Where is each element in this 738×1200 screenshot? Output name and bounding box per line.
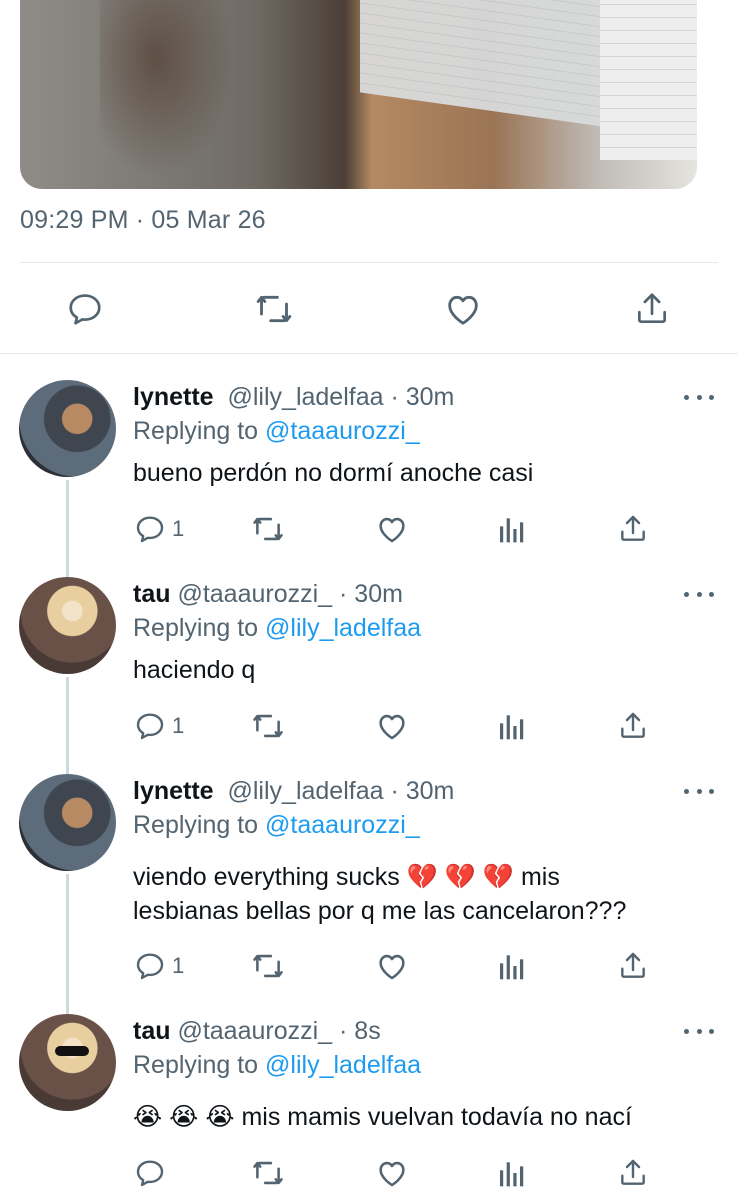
replying-prefix: Replying to bbox=[133, 614, 266, 642]
avatar-sunglasses bbox=[55, 1046, 89, 1056]
share-icon[interactable] bbox=[617, 708, 649, 744]
media-notebook-region bbox=[360, 0, 610, 128]
avatar[interactable] bbox=[19, 774, 116, 871]
reply-text: viendo everything sucks 💔 💔 💔 mis lesbia… bbox=[133, 860, 693, 928]
thread-connector bbox=[66, 874, 69, 1014]
reply-count: 1 bbox=[172, 516, 185, 541]
divider bbox=[20, 262, 718, 263]
more-icon[interactable] bbox=[684, 387, 714, 407]
share-icon[interactable] bbox=[617, 948, 649, 984]
views-icon[interactable] bbox=[498, 1155, 526, 1191]
retweet-icon[interactable] bbox=[251, 948, 285, 984]
replying-prefix: Replying to bbox=[133, 417, 266, 445]
reply-count: 1 bbox=[172, 953, 185, 978]
heart-icon[interactable] bbox=[375, 708, 409, 744]
reply-icon[interactable] bbox=[65, 289, 105, 329]
avatar[interactable] bbox=[19, 1014, 116, 1111]
reply-header: tau @taaaurozzi_ · 30m bbox=[133, 580, 403, 609]
reply-action-bar: 1 bbox=[0, 948, 738, 984]
media-hair-region bbox=[100, 0, 240, 189]
handle-time: @lily_ladelfaa · 30m bbox=[227, 777, 455, 805]
retweet-icon[interactable] bbox=[251, 511, 285, 547]
reply-action-bar: 1 bbox=[0, 511, 738, 547]
replying-to-line: Replying to @taaaurozzi_ bbox=[133, 417, 420, 446]
more-icon[interactable] bbox=[684, 781, 714, 801]
replying-to-line: Replying to @taaaurozzi_ bbox=[133, 811, 420, 840]
reply-text: haciendo q bbox=[133, 653, 693, 687]
reply-header: lynette @lily_ladelfaa · 30m bbox=[133, 383, 454, 412]
divider bbox=[0, 353, 738, 354]
reply-header: tau @taaaurozzi_ · 8s bbox=[133, 1017, 381, 1046]
avatar[interactable] bbox=[19, 380, 116, 477]
tweet-action-bar bbox=[0, 283, 738, 333]
reply-icon bbox=[136, 1160, 164, 1187]
text-line: 😭 😭 😭 mis mamis vuelvan todavía no nací bbox=[133, 1103, 632, 1131]
reply-icon bbox=[136, 516, 164, 543]
retweet-icon[interactable] bbox=[254, 289, 294, 329]
retweet-icon[interactable] bbox=[251, 1155, 285, 1191]
tweet-timestamp[interactable]: 09:29 PM · 05 Mar 26 bbox=[20, 206, 266, 235]
text-line: bueno perdón no dormí anoche casi bbox=[133, 459, 534, 487]
reply-button[interactable]: 1 bbox=[134, 708, 184, 744]
retweet-icon[interactable] bbox=[251, 708, 285, 744]
text-line: haciendo q bbox=[133, 656, 256, 684]
more-icon[interactable] bbox=[684, 584, 714, 604]
share-icon[interactable] bbox=[617, 511, 649, 547]
reply-button[interactable] bbox=[134, 1155, 172, 1191]
replying-to-line: Replying to @lily_ladelfaa bbox=[133, 1051, 421, 1080]
mention-link[interactable]: @taaaurozzi_ bbox=[265, 811, 420, 839]
share-icon[interactable] bbox=[617, 1155, 649, 1191]
reply-icon bbox=[136, 713, 164, 740]
views-icon[interactable] bbox=[498, 708, 526, 744]
heart-icon[interactable] bbox=[375, 1155, 409, 1191]
replying-prefix: Replying to bbox=[133, 1051, 266, 1079]
views-icon[interactable] bbox=[498, 511, 526, 547]
avatar[interactable] bbox=[19, 577, 116, 674]
display-name[interactable]: tau bbox=[133, 580, 171, 608]
reply-icon bbox=[136, 953, 164, 980]
handle-time: @taaaurozzi_ · 30m bbox=[177, 580, 403, 608]
text-line: viendo everything sucks 💔 💔 💔 mis bbox=[133, 863, 560, 891]
share-icon[interactable] bbox=[632, 289, 672, 329]
mention-link[interactable]: @lily_ladelfaa bbox=[265, 614, 421, 642]
heart-icon[interactable] bbox=[443, 289, 483, 329]
heart-icon[interactable] bbox=[375, 511, 409, 547]
reply-action-bar bbox=[0, 1155, 738, 1191]
reply-button[interactable]: 1 bbox=[134, 948, 184, 984]
handle-time: @lily_ladelfaa · 30m bbox=[227, 383, 455, 411]
display-name[interactable]: lynette bbox=[133, 777, 214, 805]
heart-icon[interactable] bbox=[375, 948, 409, 984]
views-icon[interactable] bbox=[498, 948, 526, 984]
reply-text: bueno perdón no dormí anoche casi bbox=[133, 456, 693, 490]
replying-prefix: Replying to bbox=[133, 811, 266, 839]
handle-time: @taaaurozzi_ · 8s bbox=[177, 1017, 381, 1045]
reply-header: lynette @lily_ladelfaa · 30m bbox=[133, 777, 454, 806]
display-name[interactable]: tau bbox=[133, 1017, 171, 1045]
media-document-region bbox=[600, 0, 697, 160]
text-line: lesbianas bellas por q me las cancelaron… bbox=[133, 897, 627, 925]
tweet-media-image[interactable] bbox=[20, 0, 697, 189]
mention-link[interactable]: @taaaurozzi_ bbox=[265, 417, 420, 445]
more-icon[interactable] bbox=[684, 1021, 714, 1041]
reply-action-bar: 1 bbox=[0, 708, 738, 744]
replying-to-line: Replying to @lily_ladelfaa bbox=[133, 614, 421, 643]
reply-button[interactable]: 1 bbox=[134, 511, 184, 547]
reply-text: 😭 😭 😭 mis mamis vuelvan todavía no nací bbox=[133, 1100, 693, 1134]
display-name[interactable]: lynette bbox=[133, 383, 214, 411]
mention-link[interactable]: @lily_ladelfaa bbox=[265, 1051, 421, 1079]
reply-count: 1 bbox=[172, 713, 185, 738]
